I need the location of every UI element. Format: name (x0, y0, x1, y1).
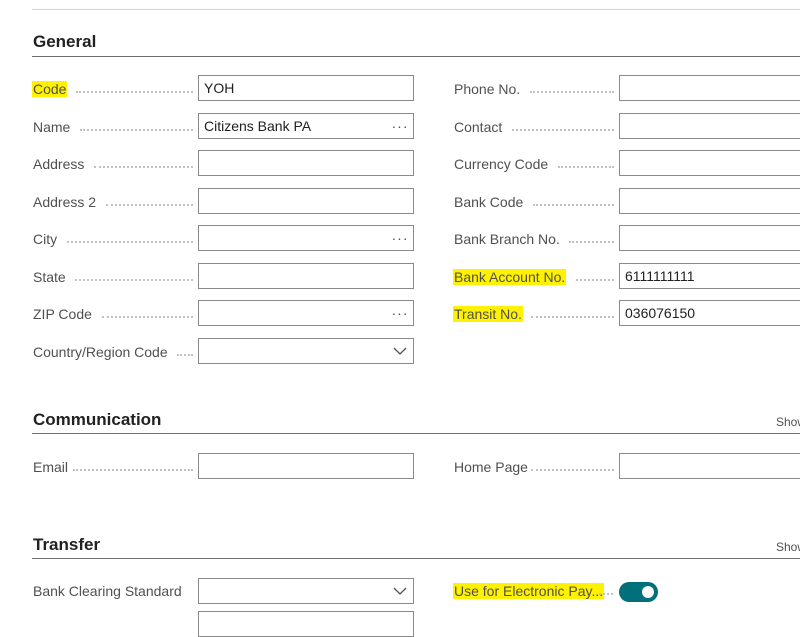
city-leader-dots (67, 240, 193, 243)
address-2-label: Address 2 (33, 194, 97, 210)
section-title-transfer: Transfer (33, 535, 101, 554)
home-page-label: Home Page (454, 459, 528, 475)
bank-account-no-leader-dots (576, 278, 614, 281)
country-region-code-leader-dots (177, 353, 193, 356)
bank-branch-no-field[interactable] (619, 225, 800, 251)
electronic-payments-leader-dots (599, 592, 613, 595)
email-field[interactable] (198, 453, 414, 479)
more-options-icon[interactable]: ··· (387, 230, 413, 246)
bank-clearing-standard-label: Bank Clearing Standard (33, 583, 182, 599)
address-leader-dots (94, 165, 193, 168)
currency-code-label: Currency Code (454, 156, 549, 172)
phone-no-field[interactable] (619, 75, 800, 101)
contact-label: Contact (454, 119, 503, 135)
email-label: Email (33, 459, 69, 475)
more-options-icon[interactable]: ··· (387, 118, 413, 134)
transfer-next-field[interactable] (198, 611, 414, 637)
name-leader-dots (80, 128, 193, 131)
home-page-leader-dots (531, 468, 614, 471)
show-more-link-transfer[interactable]: Show (776, 540, 800, 554)
transit-no-value: 036076150 (625, 305, 696, 321)
zip-code-leader-dots (102, 315, 193, 318)
country-region-code-label: Country/Region Code (33, 344, 168, 360)
bank-code-leader-dots (533, 203, 614, 206)
currency-code-field[interactable] (619, 150, 800, 176)
phone-no-leader-dots (530, 90, 614, 93)
email-leader-dots (73, 468, 193, 471)
bank-branch-no-label: Bank Branch No. (454, 231, 560, 247)
transit-no-field[interactable]: 036076150 (619, 300, 800, 326)
address-2-leader-dots (106, 203, 193, 206)
transit-no-label: Transit No. (453, 306, 523, 322)
section-title-general: General (33, 32, 97, 51)
code-leader-dots (76, 90, 193, 93)
bank-clearing-standard-dropdown[interactable] (198, 578, 414, 604)
address-2-field[interactable] (198, 188, 414, 214)
bank-account-no-field[interactable]: 6111111111 (619, 263, 800, 289)
show-more-link-communication[interactable]: Show (776, 415, 800, 429)
section-title-communication: Communication (33, 410, 162, 429)
more-options-icon[interactable]: ··· (387, 305, 413, 321)
top-divider (32, 9, 800, 10)
name-value: Citizens Bank PA (204, 118, 312, 134)
toggle-knob (642, 586, 654, 598)
section-divider-transfer (32, 558, 800, 559)
bank-branch-no-leader-dots (569, 240, 614, 243)
home-page-field[interactable] (619, 453, 800, 479)
address-label: Address (33, 156, 85, 172)
use-for-electronic-payments-label: Use for Electronic Pay... (453, 583, 605, 599)
bank-code-label: Bank Code (454, 194, 524, 210)
name-field[interactable]: Citizens Bank PA ··· (198, 113, 414, 139)
chevron-down-icon[interactable] (387, 347, 413, 355)
chevron-down-icon[interactable] (387, 587, 413, 595)
state-leader-dots (75, 278, 193, 281)
country-region-code-dropdown[interactable] (198, 338, 414, 364)
state-field[interactable] (198, 263, 414, 289)
currency-code-leader-dots (558, 165, 614, 168)
contact-leader-dots (512, 128, 614, 131)
bank-account-no-label: Bank Account No. (453, 269, 567, 285)
phone-no-label: Phone No. (454, 81, 521, 97)
code-field[interactable]: YOH (198, 75, 414, 101)
zip-code-field[interactable]: ··· (198, 300, 414, 326)
bank-account-no-value: 6111111111 (625, 268, 695, 284)
section-divider-general (32, 56, 800, 57)
section-divider-communication (32, 433, 800, 434)
city-label: City (33, 231, 58, 247)
use-for-electronic-payments-toggle[interactable] (619, 582, 658, 602)
transit-no-leader-dots (531, 315, 614, 318)
address-field[interactable] (198, 150, 414, 176)
city-field[interactable]: ··· (198, 225, 414, 251)
state-label: State (33, 269, 66, 285)
bank-code-field[interactable] (619, 188, 800, 214)
contact-field[interactable] (619, 113, 800, 139)
code-label: Code (32, 81, 68, 97)
name-label: Name (33, 119, 71, 135)
zip-code-label: ZIP Code (33, 306, 92, 322)
code-value: YOH (204, 80, 235, 96)
